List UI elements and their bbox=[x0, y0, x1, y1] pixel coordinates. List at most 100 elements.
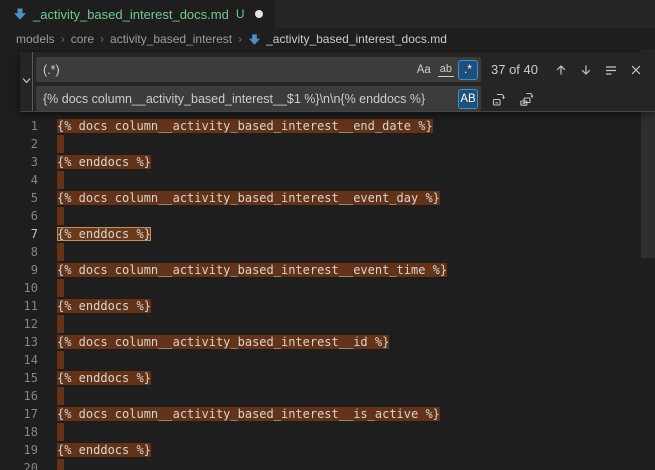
line-content[interactable] bbox=[57, 423, 64, 441]
breadcrumb-file[interactable]: _activity_based_interest_docs.md bbox=[248, 32, 447, 46]
editor-line[interactable]: 11{% enddocs %} bbox=[0, 297, 655, 315]
line-content[interactable] bbox=[57, 387, 64, 405]
match-results-count: 37 of 40 bbox=[491, 62, 538, 77]
replace-icon bbox=[491, 91, 507, 107]
find-in-selection-button[interactable] bbox=[600, 59, 621, 80]
line-content[interactable]: {% enddocs %} bbox=[57, 369, 151, 387]
replace-input-value[interactable]: {% docs column__activity_based_interest_… bbox=[43, 92, 456, 106]
close-icon bbox=[630, 64, 642, 76]
line-content[interactable] bbox=[57, 279, 64, 297]
find-match-highlight bbox=[57, 423, 64, 441]
breadcrumb-separator-icon: › bbox=[100, 32, 104, 46]
find-match-highlight bbox=[57, 459, 64, 470]
find-match-highlight: {% docs column__activity_based_interest_… bbox=[57, 119, 433, 133]
find-match-highlight: {% docs column__activity_based_interest_… bbox=[57, 335, 389, 349]
breadcrumb-models[interactable]: models bbox=[16, 32, 55, 46]
editor-line[interactable]: 4 bbox=[0, 171, 655, 189]
previous-match-button[interactable] bbox=[550, 59, 571, 80]
find-match-highlight bbox=[57, 207, 64, 225]
find-input[interactable]: (.*) Aa ab .* bbox=[36, 57, 481, 82]
modified-dot-icon[interactable] bbox=[255, 10, 263, 18]
tab-activity-based-interest-docs[interactable]: _activity_based_interest_docs.md U bbox=[0, 0, 275, 28]
dbt-down-arrow-icon bbox=[13, 7, 27, 21]
vscode-window: _activity_based_interest_docs.md U model… bbox=[0, 0, 655, 470]
line-content[interactable] bbox=[57, 315, 64, 333]
line-content[interactable] bbox=[57, 207, 64, 225]
whole-word-toggle[interactable]: ab bbox=[436, 60, 456, 80]
editor-line[interactable]: 16 bbox=[0, 387, 655, 405]
find-match-highlight: {% enddocs %} bbox=[57, 299, 151, 313]
line-number: 3 bbox=[0, 153, 38, 171]
editor-line[interactable]: 10 bbox=[0, 279, 655, 297]
editor-line[interactable]: 13 {% docs column__activity_based_interes… bbox=[0, 333, 655, 351]
editor-line[interactable]: 8 bbox=[0, 243, 655, 261]
line-number: 9 bbox=[0, 261, 38, 279]
breadcrumb-separator-icon: › bbox=[61, 32, 65, 46]
close-widget-button[interactable] bbox=[625, 59, 646, 80]
line-content[interactable]: {% docs column__activity_based_interest_… bbox=[57, 189, 440, 207]
editor-line[interactable]: 17{% docs column__activity_based_interes… bbox=[0, 405, 655, 423]
find-match-highlight bbox=[57, 315, 64, 333]
replace-all-icon bbox=[519, 91, 535, 107]
editor-line[interactable]: 12 bbox=[0, 315, 655, 333]
line-content[interactable] bbox=[57, 135, 64, 153]
editor-line[interactable]: 2 bbox=[0, 135, 655, 153]
editor-line[interactable]: 9 {% docs column__activity_based_interest… bbox=[0, 261, 655, 279]
line-content[interactable] bbox=[57, 459, 64, 470]
line-number: 16 bbox=[0, 387, 38, 405]
line-content[interactable] bbox=[57, 351, 64, 369]
line-content[interactable]: {% docs column__activity_based_interest_… bbox=[57, 333, 389, 351]
tab-label: _activity_based_interest_docs.md bbox=[33, 7, 229, 22]
regex-toggle[interactable]: .* bbox=[458, 60, 478, 80]
line-content[interactable]: {% docs column__activity_based_interest_… bbox=[57, 261, 447, 279]
editor-line[interactable]: 18 bbox=[0, 423, 655, 441]
replace-all-button[interactable] bbox=[516, 88, 537, 109]
three-lines-icon bbox=[604, 63, 618, 77]
match-case-toggle[interactable]: Aa bbox=[414, 60, 434, 80]
line-number: 2 bbox=[0, 135, 38, 153]
find-match-highlight: {% docs column__activity_based_interest_… bbox=[57, 191, 440, 205]
line-number: 18 bbox=[0, 423, 38, 441]
editor-line[interactable]: 3 {% enddocs %} bbox=[0, 153, 655, 171]
find-match-highlight: {% enddocs %} bbox=[57, 443, 151, 457]
breadcrumb-core[interactable]: core bbox=[71, 32, 94, 46]
line-content[interactable]: {% enddocs %} bbox=[57, 297, 151, 315]
replace-button[interactable] bbox=[488, 88, 509, 109]
line-content[interactable]: {% enddocs %} bbox=[57, 153, 151, 171]
find-input-value[interactable]: (.*) bbox=[43, 63, 412, 77]
breadcrumb-file-label: _activity_based_interest_docs.md bbox=[266, 32, 447, 46]
find-match-highlight bbox=[57, 243, 64, 261]
editor-line[interactable]: 6 bbox=[0, 207, 655, 225]
line-number: 13 bbox=[0, 333, 38, 351]
whole-word-label: ab bbox=[438, 63, 454, 77]
breadcrumb-activity-based-interest[interactable]: activity_based_interest bbox=[110, 32, 232, 46]
line-content[interactable]: {% enddocs %} bbox=[57, 441, 151, 459]
editor-line[interactable]: 20 bbox=[0, 459, 655, 470]
editor-line[interactable]: 5{% docs column__activity_based_interest… bbox=[0, 189, 655, 207]
line-content[interactable]: {% enddocs %} bbox=[57, 225, 151, 243]
replace-input[interactable]: {% docs column__activity_based_interest_… bbox=[36, 86, 481, 111]
editor-line[interactable]: 15{% enddocs %} bbox=[0, 369, 655, 387]
preserve-case-toggle[interactable]: AB bbox=[458, 89, 478, 109]
line-content[interactable]: {% docs column__activity_based_interest_… bbox=[57, 405, 440, 423]
editor-line[interactable]: 19 {% enddocs %} bbox=[0, 441, 655, 459]
toggle-replace-button[interactable] bbox=[20, 52, 33, 111]
line-content[interactable] bbox=[57, 243, 64, 261]
editor[interactable]: 1{% docs column__activity_based_interest… bbox=[0, 50, 655, 470]
line-number: 6 bbox=[0, 207, 38, 225]
editor-line[interactable]: 1{% docs column__activity_based_interest… bbox=[0, 117, 655, 135]
arrow-up-icon bbox=[554, 63, 568, 77]
find-widget-content: (.*) Aa ab .* 37 of 40 bbox=[33, 52, 655, 111]
find-match-highlight: {% enddocs %} bbox=[57, 155, 151, 169]
line-number: 7 bbox=[0, 225, 38, 243]
editor-line[interactable]: 7 {% enddocs %} bbox=[0, 225, 655, 243]
find-match-highlight bbox=[57, 135, 64, 153]
line-number: 19 bbox=[0, 441, 38, 459]
editor-line[interactable]: 14 bbox=[0, 351, 655, 369]
line-number: 20 bbox=[0, 459, 38, 470]
next-match-button[interactable] bbox=[575, 59, 596, 80]
current-find-match: {% enddocs %} bbox=[57, 227, 151, 241]
line-content[interactable] bbox=[57, 171, 64, 189]
find-match-highlight: {% docs column__activity_based_interest_… bbox=[57, 407, 440, 421]
line-content[interactable]: {% docs column__activity_based_interest_… bbox=[57, 117, 433, 135]
